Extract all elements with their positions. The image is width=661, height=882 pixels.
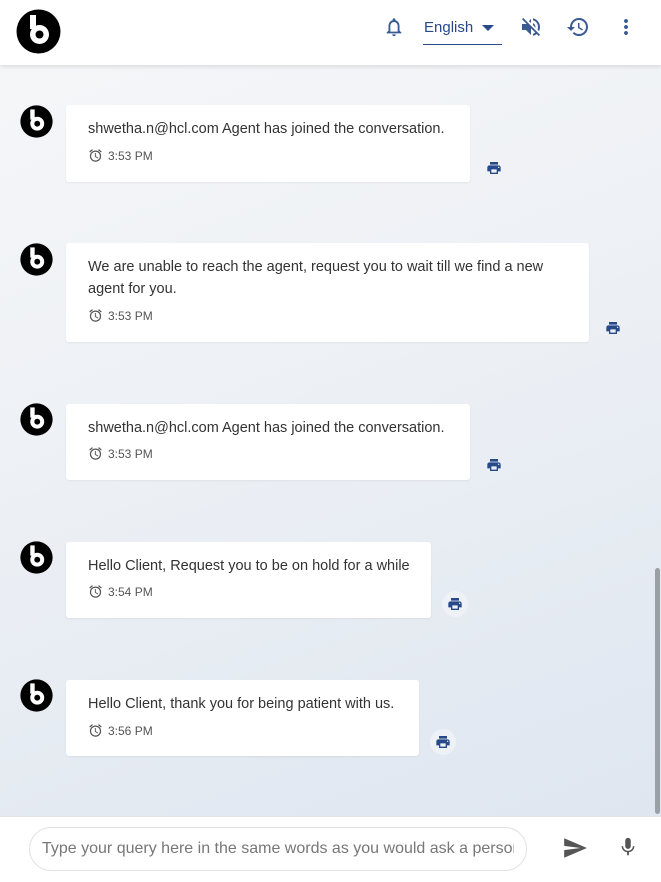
alarm-icon	[89, 585, 102, 598]
more-vert-icon[interactable]	[613, 14, 639, 40]
print-icon[interactable]	[442, 591, 468, 617]
message-time-text: 3:56 PM	[108, 723, 153, 738]
mic-icon[interactable]	[617, 833, 639, 861]
message-time-text: 3:53 PM	[108, 148, 153, 163]
print-icon[interactable]	[430, 729, 456, 755]
brand-logo-icon[interactable]	[16, 9, 61, 54]
language-select[interactable]: English	[423, 13, 502, 45]
message-text: Hello Client, Request you to be on hold …	[88, 558, 410, 574]
volume-off-icon[interactable]	[518, 14, 544, 40]
chat-thread[interactable]: shwetha.n@hcl.com Agent has joined the c…	[0, 65, 661, 816]
message-time: 3:56 PM	[88, 723, 153, 738]
message-time: 3:53 PM	[88, 308, 153, 323]
composer-bar	[0, 816, 661, 882]
bot-avatar-icon	[20, 403, 53, 436]
bot-avatar-icon	[20, 679, 53, 712]
language-value: English	[424, 19, 474, 36]
print-icon[interactable]	[481, 155, 507, 181]
message-bubble: Hello Client, thank you for being patien…	[66, 680, 419, 756]
header-bar: English	[0, 0, 661, 65]
send-icon[interactable]	[560, 835, 590, 861]
message-text: shwetha.n@hcl.com Agent has joined the c…	[88, 121, 445, 137]
message-time-text: 3:54 PM	[108, 584, 153, 599]
message-time-text: 3:53 PM	[108, 308, 153, 323]
bell-icon[interactable]	[381, 14, 407, 40]
message-text: We are unable to reach the agent, reques…	[88, 259, 544, 297]
bot-avatar-icon	[20, 243, 53, 276]
message-bubble: shwetha.n@hcl.com Agent has joined the c…	[66, 105, 470, 182]
alarm-icon	[89, 149, 102, 162]
bot-avatar-icon	[20, 105, 53, 138]
alarm-icon	[89, 309, 102, 322]
query-input[interactable]	[29, 827, 527, 871]
history-icon[interactable]	[565, 14, 591, 40]
chevron-down-icon	[482, 25, 494, 31]
alarm-icon	[89, 724, 102, 737]
print-icon[interactable]	[481, 452, 507, 478]
message-text: shwetha.n@hcl.com Agent has joined the c…	[88, 420, 445, 436]
alarm-icon	[89, 447, 102, 460]
message-text: Hello Client, thank you for being patien…	[88, 696, 395, 712]
message-time: 3:53 PM	[88, 148, 153, 163]
bot-avatar-icon	[20, 541, 53, 574]
message-time: 3:53 PM	[88, 446, 153, 461]
message-bubble: Hello Client, Request you to be on hold …	[66, 542, 431, 618]
print-icon[interactable]	[600, 315, 626, 341]
scrollbar-thumb[interactable]	[655, 568, 660, 814]
message-bubble: shwetha.n@hcl.com Agent has joined the c…	[66, 404, 470, 480]
message-bubble: We are unable to reach the agent, reques…	[66, 243, 589, 342]
message-time-text: 3:53 PM	[108, 446, 153, 461]
message-time: 3:54 PM	[88, 584, 153, 599]
